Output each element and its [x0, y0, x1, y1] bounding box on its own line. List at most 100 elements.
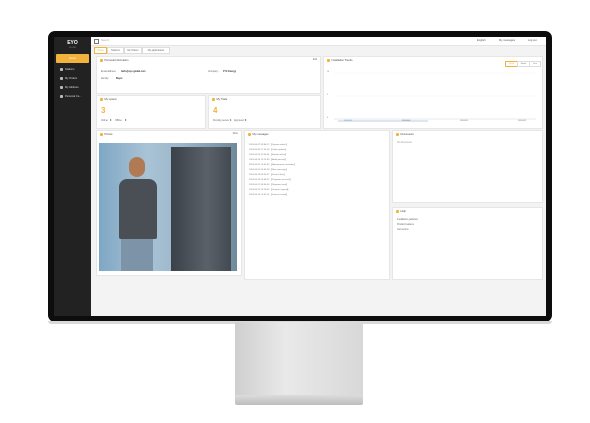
message-item[interactable]: 2024-06-17 08:54:40 【Shipment sent】 — [249, 182, 288, 186]
top-bar: Search English My messages Log out — [91, 37, 546, 46]
sidebar-item-stations[interactable]: Stations — [56, 65, 89, 74]
search-input[interactable]: Search — [101, 39, 109, 42]
approved-label: Approved: — [234, 120, 245, 122]
documents-empty: No documents — [397, 142, 412, 144]
help-link[interactable]: Product features — [397, 224, 414, 226]
tab-stations[interactable]: Stations — [107, 47, 124, 54]
location-icon — [60, 86, 63, 89]
card-title: Help — [396, 210, 406, 213]
help-link[interactable]: Get service — [397, 229, 409, 231]
sidebar-item-home[interactable]: Home — [56, 54, 89, 63]
language-selector[interactable]: English — [477, 39, 486, 42]
my-trade-title: My Trade — [216, 98, 228, 101]
message-item[interactable]: 2024-06-15 13:19:02 【Contract signed】 — [249, 187, 290, 191]
messages-card: My messages 2024-06-27 09:08:12 【System … — [244, 130, 390, 280]
message-item[interactable]: 2024-06-24 15:12:09 【Audit passed】 — [249, 157, 287, 161]
more-link[interactable]: More — [233, 133, 238, 135]
message-item[interactable]: 2024-06-26 17:51:03 【Order update】 — [249, 147, 287, 151]
trend-chart — [334, 72, 536, 122]
company-value: ZYC Energy — [223, 71, 237, 73]
card-title: My system — [100, 98, 117, 101]
offline-label: Offline: — [115, 120, 123, 122]
sidebar-item-address[interactable]: My Address — [56, 83, 89, 92]
y-tick: 0 — [327, 117, 328, 119]
logout-link[interactable]: Log out — [528, 39, 537, 42]
system-icon — [100, 98, 103, 101]
personal-info-card: Personal Information Edit Email address:… — [96, 56, 321, 94]
help-card: Help Installation guidance Product featu… — [392, 207, 543, 280]
documents-title: Documents — [400, 133, 414, 136]
y-tick: 5 — [327, 94, 328, 96]
monitor-stand-base — [235, 395, 363, 405]
message-item[interactable]: 2024-06-21 10:02:55 【Maintenance reminde… — [249, 162, 296, 166]
sidebar-item-label: Stations — [65, 68, 75, 71]
messages-title: My messages — [252, 133, 269, 136]
identity-label: Identity: — [101, 78, 110, 80]
user-icon — [100, 59, 103, 62]
sidebar-item-personal-center[interactable]: Personal Ce... — [56, 92, 89, 101]
sidebar-item-label: My Orders — [65, 77, 78, 80]
message-item[interactable]: 2024-06-25 11:30:44 【Station online】 — [249, 152, 287, 156]
my-system-title: My system — [104, 98, 117, 101]
help-icon — [396, 210, 399, 213]
picture-title: Picture — [104, 133, 113, 136]
documents-card: Documents No documents — [392, 130, 543, 203]
menu-toggle-icon[interactable] — [94, 39, 99, 44]
image-icon — [100, 133, 103, 136]
sidebar-item-label: Home — [69, 57, 76, 60]
card-title: Personal Information — [100, 59, 128, 62]
trade-count: 4 — [213, 106, 218, 115]
sidebar-item-label: My Address — [65, 86, 79, 89]
email-label: Email address: — [101, 71, 117, 73]
person-legs — [121, 239, 153, 271]
message-item[interactable]: 2024-06-20 14:45:18 【New message】 — [249, 167, 288, 171]
x-tick: 2024-04-08 — [402, 121, 411, 122]
sidebar: EYO CLOUD Home Stations My Orders My Add… — [54, 37, 91, 316]
pending-value: 4 — [230, 120, 232, 122]
personal-info-title: Personal Information — [104, 59, 129, 62]
order-icon — [60, 77, 63, 80]
approved-value: 0 — [245, 120, 247, 122]
card-title: My messages — [248, 133, 269, 136]
card-title: My Trade — [212, 98, 227, 101]
logo-subtitle: CLOUD — [68, 47, 76, 49]
my-system-card: My system 3 Online: 3 Offline: 0 — [96, 95, 206, 129]
message-item[interactable]: 2024-06-14 10:41:16 【Invoice issued】 — [249, 192, 288, 196]
x-tick: 2024-04-01 — [344, 121, 353, 122]
tab-bar: Home Stations My Orders My applications — [91, 46, 546, 54]
station-icon — [60, 68, 63, 71]
pending-label: Pending review: — [213, 120, 230, 122]
monitor-stand — [235, 322, 363, 395]
message-item[interactable]: 2024-06-19 09:26:37 【Device alert】 — [249, 172, 286, 176]
message-icon — [248, 133, 251, 136]
email-value: hello@eyo-global.com — [121, 71, 146, 73]
my-trade-card: My Trade 4 Pending review: 4 Approved: 0 — [208, 95, 321, 129]
user-icon — [60, 95, 63, 98]
card-title: Documents — [396, 133, 414, 136]
online-value: 3 — [110, 120, 112, 122]
tab-applications[interactable]: My applications — [142, 47, 170, 54]
sidebar-item-orders[interactable]: My Orders — [56, 74, 89, 83]
x-tick: 2024-04-15 — [460, 121, 469, 122]
logo: EYO — [67, 40, 78, 46]
promo-photo — [99, 143, 237, 271]
trade-icon — [212, 98, 215, 101]
messages-link[interactable]: My messages — [499, 39, 515, 42]
tab-orders[interactable]: My Orders — [124, 47, 142, 54]
installation-trends-card: Installation Trends Week Month Year 10 5… — [323, 56, 543, 129]
energy-cabinet — [171, 147, 231, 271]
help-link[interactable]: Installation guidance — [397, 219, 418, 221]
document-icon — [396, 133, 399, 136]
online-label: Online: — [101, 120, 109, 122]
person-body — [119, 179, 157, 239]
system-count: 3 — [101, 106, 106, 115]
help-title: Help — [400, 210, 406, 213]
y-tick: 10 — [327, 71, 329, 73]
card-title: Picture — [100, 133, 113, 136]
screen: EYO CLOUD Home Stations My Orders My Add… — [54, 37, 546, 316]
sidebar-item-label: Personal Ce... — [65, 95, 82, 98]
message-item[interactable]: 2024-06-18 16:08:21 【Payment received】 — [249, 177, 292, 181]
message-item[interactable]: 2024-06-27 09:08:12 【System notice】 — [249, 142, 288, 146]
tab-home[interactable]: Home — [94, 47, 107, 54]
edit-link[interactable]: Edit — [313, 59, 317, 61]
